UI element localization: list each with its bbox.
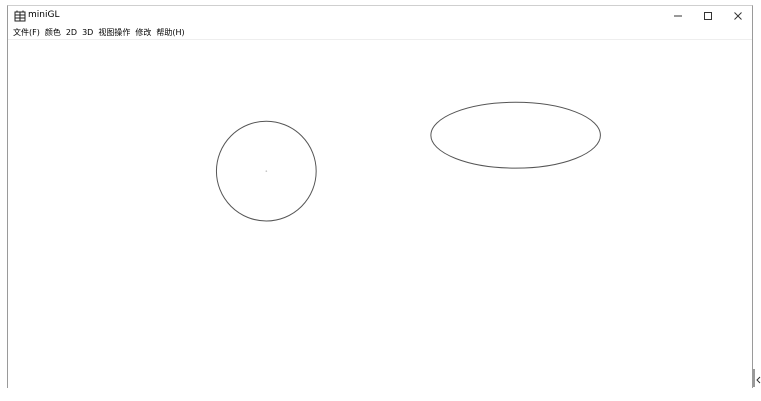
title-bar[interactable]: miniGL bbox=[8, 6, 752, 26]
app-window: miniGL 文件(F) 颜色 2D 3D 视图操作 修改 帮助(H) bbox=[7, 5, 753, 388]
minimize-button[interactable] bbox=[663, 6, 693, 26]
circle-center-dot bbox=[265, 170, 268, 172]
menu-modify[interactable]: 修改 bbox=[134, 27, 155, 39]
resize-cursor-icon bbox=[753, 369, 761, 387]
close-button[interactable] bbox=[723, 6, 753, 26]
minimize-icon bbox=[674, 15, 682, 17]
menu-file[interactable]: 文件(F) bbox=[12, 27, 44, 39]
menu-bar: 文件(F) 颜色 2D 3D 视图操作 修改 帮助(H) bbox=[8, 26, 752, 39]
close-icon bbox=[734, 12, 742, 20]
drawn-ellipse[interactable] bbox=[430, 101, 601, 169]
window-title: miniGL bbox=[28, 10, 60, 20]
menu-3d[interactable]: 3D bbox=[81, 27, 97, 39]
maximize-icon bbox=[704, 12, 712, 20]
menu-2d[interactable]: 2D bbox=[65, 27, 81, 39]
menu-view-ops[interactable]: 视图操作 bbox=[97, 27, 134, 39]
drawing-canvas[interactable] bbox=[8, 40, 752, 389]
maximize-button[interactable] bbox=[693, 6, 723, 26]
app-icon bbox=[14, 10, 26, 22]
menu-color[interactable]: 颜色 bbox=[44, 27, 65, 39]
menu-help[interactable]: 帮助(H) bbox=[155, 27, 188, 39]
